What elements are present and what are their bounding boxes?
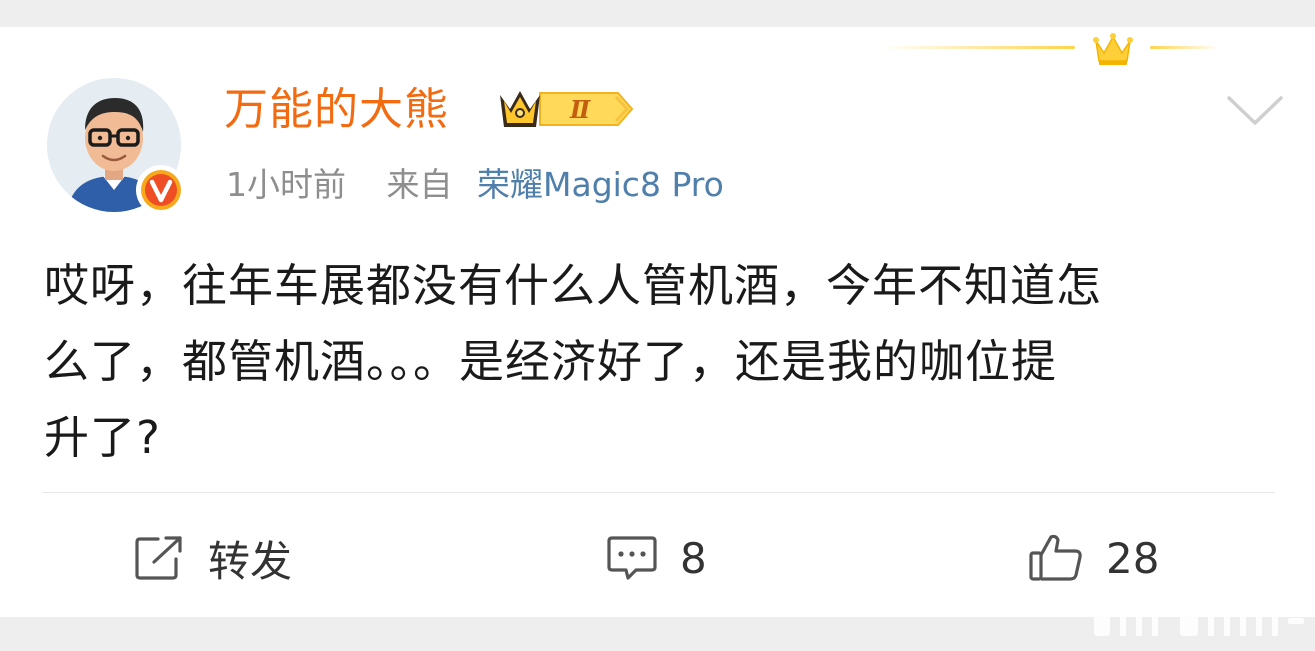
chevron-down-icon[interactable]	[1226, 93, 1284, 129]
divider	[42, 492, 1275, 493]
thumbs-up-icon	[1029, 534, 1082, 581]
comment-button[interactable]: 8	[606, 530, 707, 586]
post-text-line: 么了，都管机酒。。。是经济好了，还是我的咖位提	[44, 335, 1058, 388]
comment-icon	[607, 536, 657, 580]
like-button[interactable]: 28	[1028, 530, 1159, 586]
post-text-line: 升了?	[44, 411, 161, 464]
author-name[interactable]: 万能的大熊	[224, 82, 449, 138]
scrollbar-indicator	[1094, 606, 1304, 636]
svg-text:Ⅱ: Ⅱ	[569, 95, 591, 124]
post-meta: 1小时前 来自 荣耀Magic8 Pro	[226, 163, 724, 207]
member-level-badge-icon[interactable]: Ⅱ	[496, 83, 636, 135]
decoration-line-left	[880, 46, 1075, 49]
comment-count: 8	[680, 533, 707, 583]
decoration-line-right	[1150, 46, 1220, 49]
source-device-link[interactable]: 荣耀Magic8 Pro	[477, 165, 724, 204]
repost-button[interactable]: 转发	[134, 530, 292, 586]
crown-icon	[1093, 33, 1133, 65]
verified-badge-icon	[136, 165, 186, 215]
repost-icon	[135, 536, 182, 580]
post-body: 哎呀，往年车展都没有什么人管机酒，今年不知道怎 么了，都管机酒。。。是经济好了，…	[44, 248, 1272, 476]
like-count: 28	[1106, 533, 1160, 583]
repost-label: 转发	[208, 536, 293, 586]
post-card: 万能的大熊 Ⅱ 1小时前 来自 荣耀Magic8 Pro 哎呀，往年车展都没有什…	[0, 27, 1315, 617]
post-text-line: 哎呀，往年车展都没有什么人管机酒，今年不知道怎	[44, 259, 1103, 312]
post-time: 1小时前	[226, 165, 346, 204]
source-label: 来自	[386, 165, 453, 204]
